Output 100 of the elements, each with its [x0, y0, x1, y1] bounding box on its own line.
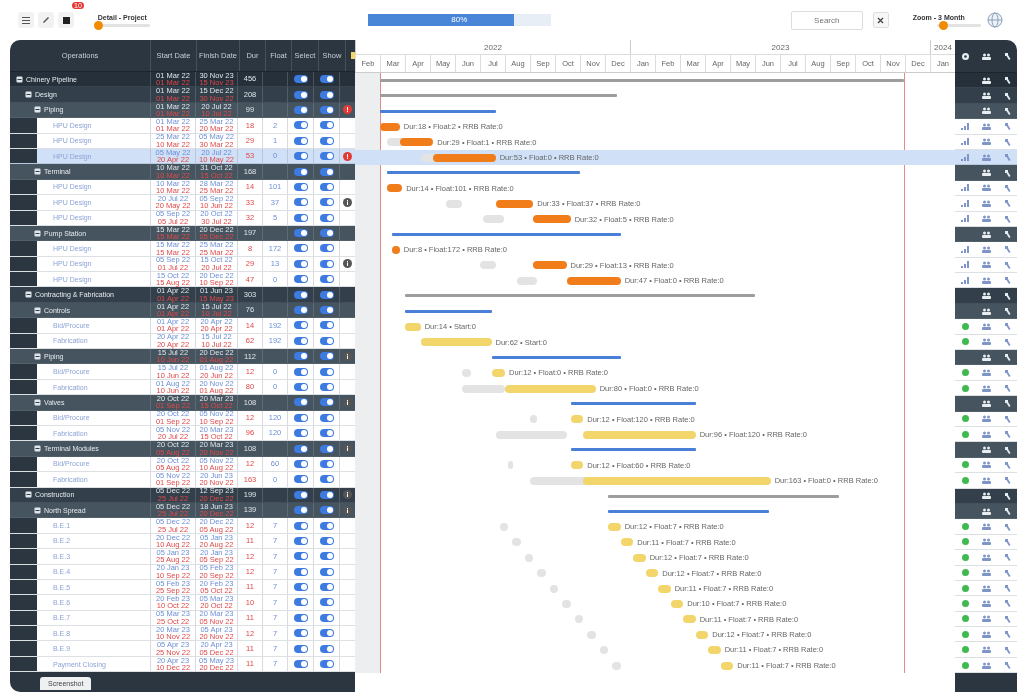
select-toggle[interactable]	[293, 105, 308, 114]
show-toggle[interactable]	[319, 398, 334, 407]
select-toggle[interactable]	[293, 598, 308, 607]
select-toggle[interactable]	[293, 644, 308, 653]
people-icon[interactable]	[982, 92, 991, 100]
select-toggle[interactable]	[293, 521, 308, 530]
people-icon[interactable]	[982, 307, 991, 315]
show-toggle[interactable]	[319, 429, 334, 438]
people-icon[interactable]	[982, 399, 991, 407]
select-toggle[interactable]	[293, 444, 308, 453]
show-toggle[interactable]	[319, 459, 334, 468]
task-bar[interactable]	[533, 215, 571, 224]
chart-icon[interactable]	[961, 122, 970, 130]
summary-bar[interactable]	[380, 94, 617, 98]
select-toggle[interactable]	[293, 229, 308, 238]
summary-bar[interactable]	[387, 171, 580, 175]
summary-bar[interactable]	[391, 232, 621, 236]
chart-icon[interactable]	[961, 261, 970, 269]
select-toggle[interactable]	[293, 352, 308, 361]
people-icon[interactable]	[982, 292, 991, 300]
select-toggle[interactable]	[293, 613, 308, 622]
collapse-icon[interactable]	[34, 229, 41, 237]
close-button[interactable]	[872, 12, 889, 28]
task-bar[interactable]	[387, 184, 403, 193]
show-toggle[interactable]	[319, 613, 334, 622]
select-toggle[interactable]	[293, 383, 308, 391]
select-toggle[interactable]	[293, 198, 308, 207]
select-toggle[interactable]	[293, 398, 308, 407]
chart-icon[interactable]	[961, 276, 970, 284]
show-toggle[interactable]	[319, 536, 334, 545]
show-toggle[interactable]	[319, 552, 334, 561]
people-icon[interactable]	[982, 446, 991, 454]
chart-icon[interactable]	[961, 215, 970, 223]
show-toggle[interactable]	[319, 644, 334, 653]
show-toggle[interactable]	[319, 90, 334, 99]
settings-icon[interactable]	[961, 51, 971, 61]
show-toggle[interactable]	[319, 229, 334, 238]
collapse-icon[interactable]	[34, 168, 41, 176]
show-toggle[interactable]	[319, 321, 334, 330]
task-bar[interactable]	[533, 261, 567, 270]
summary-bar[interactable]	[608, 509, 769, 513]
select-toggle[interactable]	[293, 583, 308, 592]
collapse-icon[interactable]	[34, 352, 41, 360]
square-button[interactable]	[58, 12, 74, 28]
collapse-icon[interactable]	[34, 506, 41, 514]
select-toggle[interactable]	[293, 336, 308, 345]
collapse-icon[interactable]	[34, 106, 41, 114]
chart-icon[interactable]	[961, 153, 970, 161]
select-toggle[interactable]	[293, 182, 308, 191]
list-button[interactable]	[18, 12, 34, 28]
select-toggle[interactable]	[293, 152, 308, 161]
select-toggle[interactable]	[293, 367, 308, 376]
collapse-icon[interactable]	[25, 491, 32, 499]
select-toggle[interactable]	[293, 75, 308, 84]
show-toggle[interactable]	[319, 506, 334, 515]
show-toggle[interactable]	[319, 567, 334, 576]
task-bar[interactable]	[391, 246, 400, 254]
show-toggle[interactable]	[319, 152, 334, 161]
collapse-icon[interactable]	[34, 398, 41, 406]
task-bar[interactable]	[495, 199, 534, 208]
show-toggle[interactable]	[319, 105, 334, 114]
show-toggle[interactable]	[319, 660, 334, 669]
show-toggle[interactable]	[319, 413, 334, 422]
collapse-icon[interactable]	[34, 306, 41, 314]
show-toggle[interactable]	[319, 383, 334, 391]
show-toggle[interactable]	[319, 583, 334, 592]
show-toggle[interactable]	[319, 121, 334, 130]
summary-bar[interactable]	[380, 109, 496, 113]
select-toggle[interactable]	[293, 321, 308, 330]
people-icon[interactable]	[982, 107, 991, 115]
select-toggle[interactable]	[293, 567, 308, 576]
select-toggle[interactable]	[293, 536, 308, 545]
search-field[interactable]: Search	[790, 10, 863, 30]
detail-slider-thumb[interactable]	[93, 20, 103, 30]
people-icon[interactable]	[982, 353, 991, 361]
show-toggle[interactable]	[319, 198, 334, 207]
task-bar[interactable]	[433, 153, 496, 162]
select-toggle[interactable]	[293, 459, 308, 468]
collapse-icon[interactable]	[25, 291, 32, 299]
show-toggle[interactable]	[319, 521, 334, 530]
select-toggle[interactable]	[293, 213, 308, 222]
wrench-icon[interactable]	[1003, 52, 1011, 60]
summary-bar[interactable]	[405, 309, 492, 313]
select-toggle[interactable]	[293, 290, 308, 299]
collapse-icon[interactable]	[34, 445, 41, 453]
chart-icon[interactable]	[961, 246, 970, 253]
task-bar[interactable]	[380, 122, 400, 131]
select-toggle[interactable]	[293, 259, 308, 268]
people-icon[interactable]	[982, 169, 991, 177]
people-icon[interactable]	[982, 52, 992, 60]
summary-bar[interactable]	[570, 402, 696, 406]
show-toggle[interactable]	[319, 367, 334, 376]
task-bar[interactable]	[399, 138, 434, 147]
people-icon[interactable]	[982, 492, 991, 500]
select-toggle[interactable]	[293, 136, 308, 145]
select-toggle[interactable]	[293, 121, 308, 130]
select-toggle[interactable]	[293, 275, 308, 284]
show-toggle[interactable]	[319, 490, 334, 499]
show-toggle[interactable]	[319, 182, 334, 191]
select-toggle[interactable]	[293, 306, 308, 315]
